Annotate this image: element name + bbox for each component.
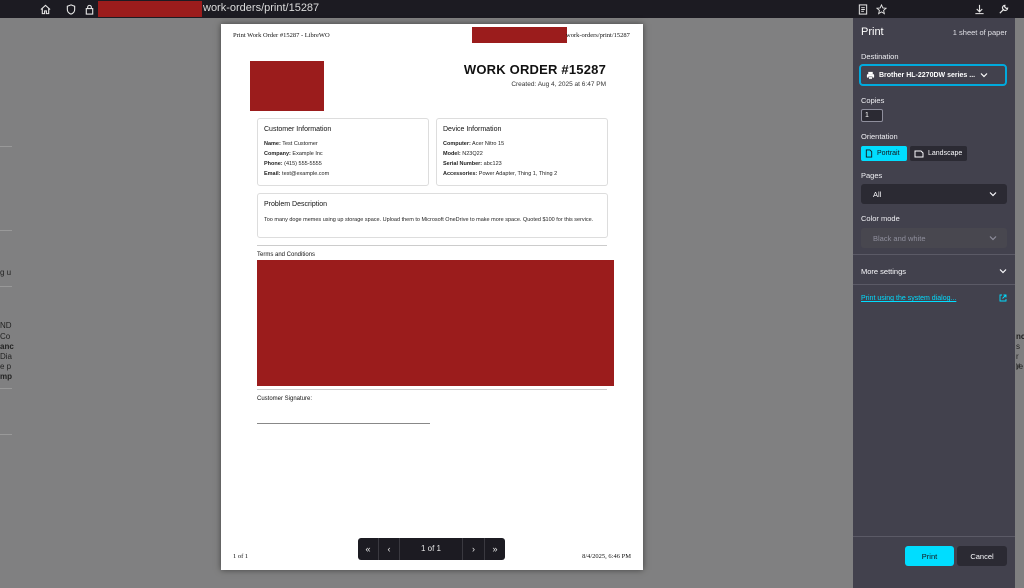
device-computer: Computer: Acer Nitro 15 bbox=[443, 141, 505, 147]
page-navigator: « ‹ 1 of 1 › » bbox=[358, 538, 505, 560]
problem-text: Too many doge memes using up storage spa… bbox=[264, 217, 594, 223]
divider bbox=[257, 389, 607, 390]
customer-info-card: Customer Information Name: Test Customer… bbox=[257, 118, 429, 186]
panel-divider bbox=[853, 254, 1015, 255]
bg-text-fragment: mp bbox=[0, 372, 12, 381]
reader-view-icon[interactable] bbox=[854, 0, 872, 18]
problem-description-card: Problem Description Too many doge memes … bbox=[257, 193, 608, 238]
copies-label: Copies bbox=[861, 96, 885, 105]
destination-label: Destination bbox=[861, 52, 899, 61]
landscape-label: Landscape bbox=[928, 150, 963, 157]
bg-text-fragment: Co bbox=[0, 332, 11, 341]
external-link-icon[interactable] bbox=[999, 294, 1007, 302]
redacted-header-host bbox=[472, 27, 567, 43]
home-icon[interactable] bbox=[36, 0, 54, 18]
shield-icon[interactable] bbox=[62, 0, 80, 18]
pages-value: All bbox=[873, 189, 882, 199]
signature-line bbox=[257, 423, 430, 424]
chevron-down-icon[interactable] bbox=[999, 268, 1007, 274]
system-dialog-link[interactable]: Print using the system dialog... bbox=[861, 295, 956, 302]
color-mode-value: Black and white bbox=[873, 233, 926, 243]
customer-name: Name: Test Customer bbox=[264, 141, 318, 147]
work-order-created: Created: Aug 4, 2025 at 6:47 PM bbox=[511, 81, 606, 88]
device-accessories: Accessories: Power Adapter, Thing 1, Thi… bbox=[443, 171, 558, 177]
bookmark-star-icon[interactable] bbox=[872, 0, 890, 18]
lock-icon[interactable] bbox=[80, 0, 98, 18]
previous-page-button[interactable]: ‹ bbox=[379, 538, 400, 560]
url-path[interactable]: work-orders/print/15287 bbox=[203, 2, 319, 14]
bg-text-fragment: g u bbox=[0, 268, 12, 277]
background-page-right-edge: nc s r y re bbox=[1015, 18, 1024, 588]
panel-divider bbox=[853, 536, 1015, 537]
portrait-label: Portrait bbox=[877, 150, 900, 157]
chevron-down-icon bbox=[989, 236, 997, 241]
divider bbox=[257, 245, 607, 246]
page-footer-count: 1 of 1 bbox=[233, 553, 249, 560]
portrait-page-icon bbox=[865, 149, 873, 158]
page-header-url: work-orders/print/15287 bbox=[566, 32, 630, 39]
next-page-button[interactable]: › bbox=[463, 538, 484, 560]
device-serial: Serial Number: abc123 bbox=[443, 161, 502, 167]
print-preview-page: Print Work Order #15287 - LibreWO work-o… bbox=[221, 24, 643, 570]
landscape-page-icon bbox=[914, 150, 924, 157]
more-settings-toggle[interactable]: More settings bbox=[861, 267, 906, 276]
copies-input[interactable]: 1 bbox=[861, 109, 883, 122]
panel-divider bbox=[853, 284, 1015, 285]
bg-text-fragment: s bbox=[1016, 342, 1020, 351]
cancel-button[interactable]: Cancel bbox=[957, 546, 1007, 566]
color-mode-label: Color mode bbox=[861, 214, 900, 223]
device-info-heading: Device Information bbox=[443, 126, 502, 133]
customer-phone: Phone: (415) 555-5555 bbox=[264, 161, 322, 167]
page-footer-date: 8/4/2025, 6:46 PM bbox=[582, 553, 631, 560]
destination-select[interactable]: Brother HL-2270DW series ... bbox=[859, 64, 1007, 86]
bg-text-fragment: nc bbox=[1016, 332, 1024, 341]
chevron-down-icon bbox=[980, 73, 988, 78]
pages-select[interactable]: All bbox=[861, 184, 1007, 204]
first-page-button[interactable]: « bbox=[358, 538, 379, 560]
wrench-icon[interactable] bbox=[994, 0, 1012, 18]
print-settings-panel: Print 1 sheet of paper Destination Broth… bbox=[853, 18, 1015, 588]
device-model: Model: N23Q22 bbox=[443, 151, 483, 157]
bg-text-fragment: e p bbox=[0, 362, 12, 371]
customer-company: Company: Example Inc bbox=[264, 151, 323, 157]
redacted-url-host bbox=[98, 1, 202, 17]
browser-toolbar: work-orders/print/15287 bbox=[0, 0, 1024, 18]
portrait-button[interactable]: Portrait bbox=[861, 146, 907, 161]
page-indicator: 1 of 1 bbox=[400, 538, 463, 560]
signature-label: Customer Signature: bbox=[257, 396, 313, 402]
download-icon[interactable] bbox=[970, 0, 988, 18]
page-header-title: Print Work Order #15287 - LibreWO bbox=[233, 32, 330, 39]
orientation-label: Orientation bbox=[861, 132, 898, 141]
redacted-terms bbox=[257, 260, 614, 386]
destination-value: Brother HL-2270DW series ... bbox=[879, 71, 976, 79]
printer-icon bbox=[866, 71, 875, 79]
bg-text-fragment: re bbox=[1016, 362, 1024, 371]
work-order-title: WORK ORDER #15287 bbox=[463, 62, 606, 77]
redacted-logo bbox=[250, 61, 324, 111]
last-page-button[interactable]: » bbox=[484, 538, 505, 560]
chevron-down-icon bbox=[989, 192, 997, 197]
customer-email: Email: test@example.com bbox=[264, 171, 330, 177]
sheet-count: 1 sheet of paper bbox=[952, 28, 1007, 37]
pages-label: Pages bbox=[861, 171, 883, 180]
print-panel-title: Print bbox=[861, 26, 884, 38]
customer-info-heading: Customer Information bbox=[264, 126, 332, 133]
landscape-button[interactable]: Landscape bbox=[910, 146, 967, 161]
device-info-card: Device Information Computer: Acer Nitro … bbox=[436, 118, 608, 186]
bg-text-fragment: Dia bbox=[0, 352, 13, 361]
bg-text-fragment: anc bbox=[0, 342, 14, 351]
bg-text-fragment: ND bbox=[0, 321, 12, 330]
color-mode-select[interactable]: Black and white bbox=[861, 228, 1007, 248]
terms-heading: Terms and Conditions bbox=[257, 252, 316, 258]
print-button[interactable]: Print bbox=[905, 546, 954, 566]
problem-heading: Problem Description bbox=[264, 201, 328, 208]
